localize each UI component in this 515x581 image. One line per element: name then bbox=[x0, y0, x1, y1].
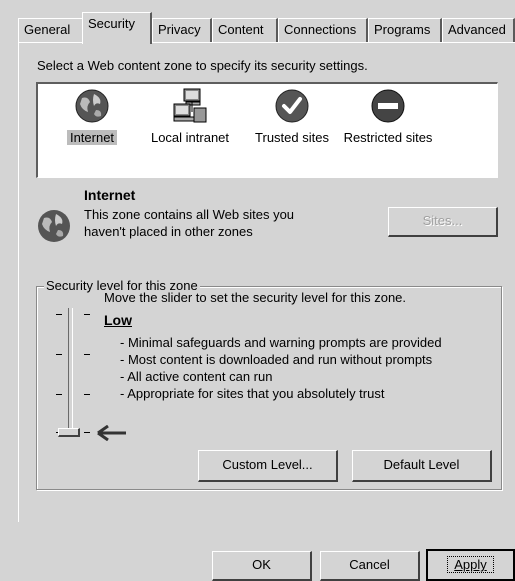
zone-description-line-2: haven't placed in other zones bbox=[84, 224, 253, 239]
zone-label: Local intranet bbox=[150, 130, 230, 145]
tab-label: Security bbox=[88, 16, 135, 31]
zone-title: Internet bbox=[84, 187, 136, 203]
apply-button-label: Apply bbox=[447, 556, 494, 573]
tab-programs[interactable]: Programs bbox=[368, 18, 442, 42]
level-bullet: - All active content can run bbox=[120, 369, 273, 384]
tab-label: Programs bbox=[374, 22, 431, 37]
zone-list[interactable]: Internet Local intranet Trusted sites Re… bbox=[36, 82, 498, 178]
zone-local-intranet[interactable]: Local intranet bbox=[144, 88, 236, 145]
tab-general[interactable]: General bbox=[18, 18, 84, 42]
zone-label: Internet bbox=[66, 130, 118, 145]
cancel-button[interactable]: Cancel bbox=[320, 551, 420, 581]
zone-prompt: Select a Web content zone to specify its… bbox=[37, 58, 368, 73]
zone-internet[interactable]: Internet bbox=[52, 88, 132, 145]
no-entry-icon bbox=[371, 89, 405, 123]
ok-button[interactable]: OK bbox=[212, 551, 312, 581]
default-level-button[interactable]: Default Level bbox=[352, 450, 492, 482]
security-slider[interactable] bbox=[50, 308, 90, 442]
tab-label: General bbox=[24, 22, 71, 37]
tab-connections[interactable]: Connections bbox=[278, 18, 368, 42]
sites-button[interactable]: Sites... bbox=[388, 207, 498, 237]
level-bullet: - Appropriate for sites that you absolut… bbox=[120, 386, 385, 401]
default-level-button-label: Default Level bbox=[383, 457, 460, 472]
checkmark-icon bbox=[275, 89, 309, 123]
apply-button[interactable]: Apply bbox=[426, 549, 515, 581]
zone-label: Restricted sites bbox=[343, 130, 433, 145]
sites-button-label: Sites... bbox=[422, 213, 463, 228]
slider-tick bbox=[84, 354, 90, 355]
tab-security[interactable]: Security bbox=[82, 12, 152, 44]
tab-privacy[interactable]: Privacy bbox=[152, 18, 212, 42]
arrow-left-icon bbox=[97, 425, 126, 441]
custom-level-button-label: Custom Level... bbox=[222, 457, 313, 472]
level-bullet: - Minimal safeguards and warning prompts… bbox=[120, 335, 442, 350]
slider-tick bbox=[84, 314, 90, 315]
zone-trusted-sites[interactable]: Trusted sites bbox=[248, 88, 336, 145]
level-bullet: - Most content is downloaded and run wit… bbox=[120, 352, 433, 367]
tab-label: Privacy bbox=[158, 22, 201, 37]
zone-restricted-sites[interactable]: Restricted sites bbox=[340, 88, 436, 145]
tab-label: Content bbox=[218, 22, 264, 37]
slider-tick bbox=[56, 354, 62, 355]
cancel-button-label: Cancel bbox=[349, 557, 390, 572]
security-level-name: Low bbox=[104, 312, 132, 328]
slider-track bbox=[68, 308, 73, 434]
globe-icon bbox=[75, 89, 109, 123]
security-level-description: - Minimal safeguards and warning prompts… bbox=[120, 334, 442, 402]
slider-instruction: Move the slider to set the security leve… bbox=[104, 290, 407, 305]
tab-advanced[interactable]: Advanced bbox=[442, 18, 515, 42]
slider-tick bbox=[84, 394, 90, 395]
slider-tick bbox=[84, 432, 90, 433]
intranet-computers-icon bbox=[173, 88, 207, 123]
zone-label: Trusted sites bbox=[255, 130, 329, 145]
zone-description-line-1: This zone contains all Web sites you bbox=[84, 207, 295, 222]
ok-button-label: OK bbox=[252, 557, 271, 572]
custom-level-button[interactable]: Custom Level... bbox=[198, 450, 338, 482]
tab-label: Advanced bbox=[448, 22, 506, 37]
tab-content[interactable]: Content bbox=[212, 18, 278, 42]
slider-thumb[interactable] bbox=[58, 428, 80, 437]
globe-icon bbox=[38, 210, 70, 242]
slider-tick bbox=[56, 394, 62, 395]
slider-tick bbox=[56, 314, 62, 315]
tab-strip: General Security Privacy Content Connect… bbox=[18, 10, 515, 44]
tab-label: Connections bbox=[284, 22, 357, 37]
